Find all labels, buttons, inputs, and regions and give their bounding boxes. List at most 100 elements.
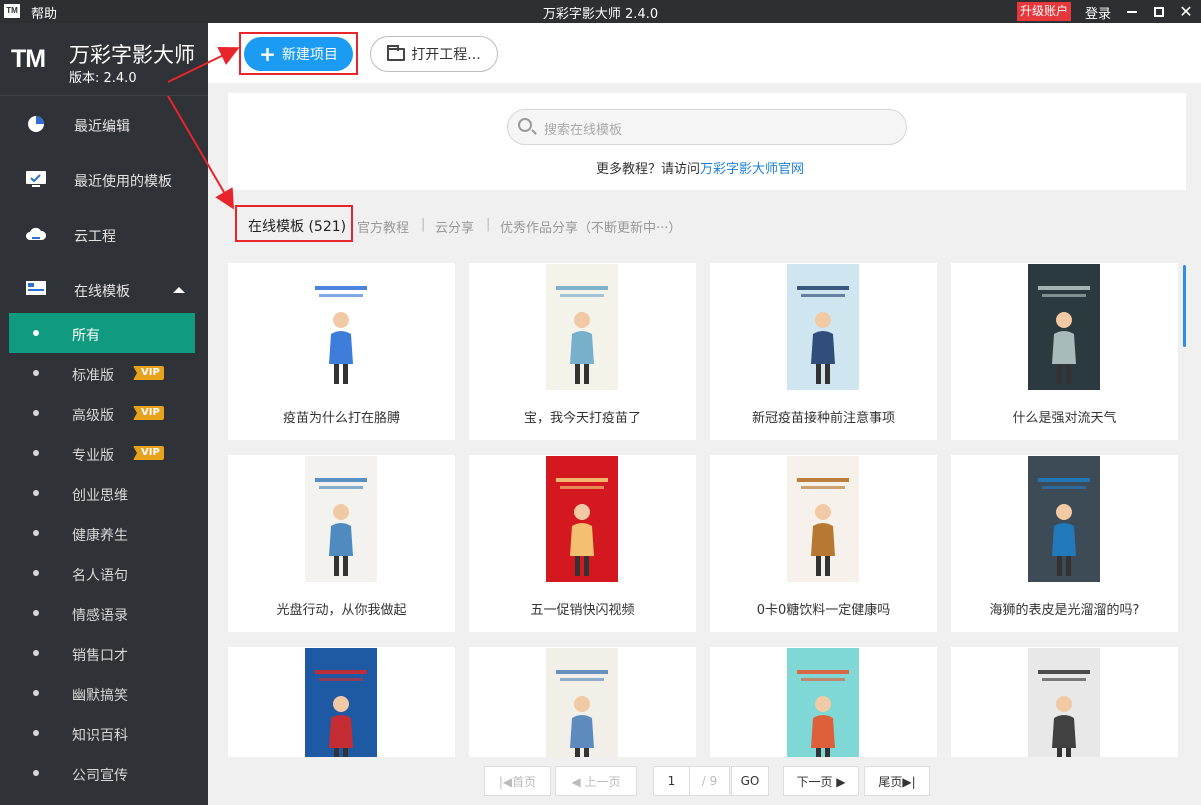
template-title: 新冠疫苗接种前注意事项 xyxy=(751,411,895,426)
close-button[interactable]: ✕ xyxy=(1173,0,1199,23)
category-item[interactable]: 公司宣传 xyxy=(9,753,195,793)
tab-official-tutorials[interactable]: 官方教程 xyxy=(357,217,409,236)
bullet-icon xyxy=(33,690,39,696)
template-card[interactable]: 宝，我今天打疫苗了 xyxy=(469,263,696,440)
template-thumbnail xyxy=(787,648,859,757)
next-page-button[interactable]: 下一页 ▶ xyxy=(783,766,859,796)
title-bar: TM 帮助 万彩字影大师 2.4.0 升级账户 登录 ✕ xyxy=(0,0,1201,23)
category-item[interactable]: 专业版 VIP xyxy=(9,433,195,473)
vip-badge: VIP xyxy=(133,406,164,420)
category-label: 标准版 xyxy=(72,368,114,384)
category-item[interactable]: 所有 xyxy=(9,313,195,353)
brand-name: 万彩字影大师 xyxy=(69,43,195,67)
thumbnail-illustration xyxy=(315,670,367,757)
sidebar-item-recent-templates[interactable]: 最近使用的模板 xyxy=(0,153,208,208)
category-label: 专业版 xyxy=(72,448,114,464)
minimize-button[interactable] xyxy=(1119,0,1145,23)
prev-page-button[interactable]: ◀ 上一页 xyxy=(555,766,637,796)
category-item[interactable]: 幽默搞笑 xyxy=(9,673,195,713)
template-thumbnail xyxy=(1028,648,1100,757)
cloud-icon xyxy=(26,227,47,240)
template-card[interactable] xyxy=(228,647,455,757)
sidebar-item-label: 最近使用的模板 xyxy=(74,174,172,190)
category-item[interactable]: 销售口才 xyxy=(9,633,195,673)
template-card[interactable]: 新冠疫苗接种前注意事项 xyxy=(710,263,937,440)
category-item[interactable]: 创业思维 xyxy=(9,473,195,513)
category-item[interactable]: 标准版 VIP xyxy=(9,353,195,393)
help-menu[interactable]: 帮助 xyxy=(31,3,57,22)
bullet-icon xyxy=(33,770,39,776)
vip-badge: VIP xyxy=(133,446,164,460)
template-thumbnail xyxy=(1028,456,1100,582)
category-item[interactable]: 高级版 VIP xyxy=(9,393,195,433)
search-input[interactable]: 搜索在线模板 xyxy=(507,109,907,145)
template-thumbnail xyxy=(546,648,618,757)
category-label: 高级版 xyxy=(72,408,114,424)
thumbnail-illustration xyxy=(797,286,849,384)
tab-showcase[interactable]: 优秀作品分享（不断更新中···） xyxy=(500,217,681,236)
bullet-icon xyxy=(33,570,39,576)
first-page-button[interactable]: |◀首页 xyxy=(484,766,551,796)
maximize-button[interactable] xyxy=(1146,0,1172,23)
template-thumbnail xyxy=(787,456,859,582)
thumbnail-illustration xyxy=(1038,478,1090,576)
template-card[interactable] xyxy=(710,647,937,757)
bullet-icon xyxy=(33,410,39,416)
login-button[interactable]: 登录 xyxy=(1085,3,1111,22)
chevron-up-icon[interactable] xyxy=(173,287,185,293)
category-label: 创业思维 xyxy=(72,488,128,504)
category-label: 知识百科 xyxy=(72,728,128,744)
last-page-button[interactable]: 尾页▶| xyxy=(864,766,930,796)
tab-cloud-share[interactable]: 云分享 xyxy=(435,217,474,236)
thumbnail-illustration xyxy=(1038,670,1090,757)
thumbnail-illustration xyxy=(556,478,608,576)
template-title: 宝，我今天打疫苗了 xyxy=(523,411,641,426)
app-logo-icon: TM xyxy=(4,4,20,18)
category-item[interactable]: 情感语录 xyxy=(9,593,195,633)
bullet-icon xyxy=(33,370,39,376)
vip-badge: VIP xyxy=(133,366,164,380)
brand-logo: TM xyxy=(11,45,46,73)
template-thumbnail xyxy=(787,264,859,390)
bullet-icon xyxy=(33,450,39,456)
thumbnail-illustration xyxy=(556,286,608,384)
tab-separator: | xyxy=(486,217,491,232)
category-item[interactable]: 知识百科 xyxy=(9,713,195,753)
monitor-icon xyxy=(26,171,46,187)
template-card[interactable]: 什么是强对流天气 xyxy=(951,263,1178,440)
sidebar-item-cloud[interactable]: 云工程 xyxy=(0,208,208,263)
open-project-button[interactable]: 打开工程... xyxy=(370,36,498,72)
bullet-icon xyxy=(33,650,39,656)
go-button[interactable]: GO xyxy=(731,766,769,796)
bullet-icon xyxy=(33,330,39,336)
template-card[interactable]: 0卡0糖饮料一定健康吗 xyxy=(710,455,937,632)
page-number-input[interactable]: 1 xyxy=(653,766,690,796)
sidebar-item-online-templates[interactable]: 在线模板 xyxy=(0,263,208,318)
template-card[interactable]: 海狮的表皮是光溜溜的吗? xyxy=(951,455,1178,632)
brand-version: 版本: 2.4.0 xyxy=(69,71,137,86)
official-site-link[interactable]: 万彩字影大师官网 xyxy=(700,162,804,177)
upgrade-account-button[interactable]: 升级账户 xyxy=(1017,2,1072,21)
category-item[interactable]: 名人语句 xyxy=(9,553,195,593)
template-card[interactable]: 疫苗为什么打在胳膊 xyxy=(228,263,455,440)
template-card[interactable]: 光盘行动，从你我做起 xyxy=(228,455,455,632)
thumbnail-illustration xyxy=(315,286,367,384)
category-label: 幽默搞笑 xyxy=(72,688,128,704)
template-card[interactable] xyxy=(469,647,696,757)
scrollbar-thumb[interactable] xyxy=(1183,265,1186,347)
template-title: 海狮的表皮是光溜溜的吗? xyxy=(989,603,1140,618)
brand-header: TM 万彩字影大师 版本: 2.4.0 xyxy=(0,23,208,96)
maximize-icon xyxy=(1154,6,1164,17)
folder-icon xyxy=(387,44,406,61)
open-project-label: 打开工程... xyxy=(411,47,481,63)
tab-online-templates[interactable]: 在线模板 (521) xyxy=(248,216,346,236)
sidebar-item-recent-edit[interactable]: 最近编辑 xyxy=(0,98,208,153)
category-label: 所有 xyxy=(72,328,100,344)
template-card[interactable]: 五一促销快闪视频 xyxy=(469,455,696,632)
bullet-icon xyxy=(33,610,39,616)
category-item[interactable]: 健康养生 xyxy=(9,513,195,553)
thumbnail-illustration xyxy=(315,478,367,576)
sidebar-item-label: 在线模板 xyxy=(74,284,130,300)
template-card[interactable] xyxy=(951,647,1178,757)
sidebar: TM 万彩字影大师 版本: 2.4.0 最近编辑 最近使用的模板 云工程 在线模… xyxy=(0,23,208,805)
